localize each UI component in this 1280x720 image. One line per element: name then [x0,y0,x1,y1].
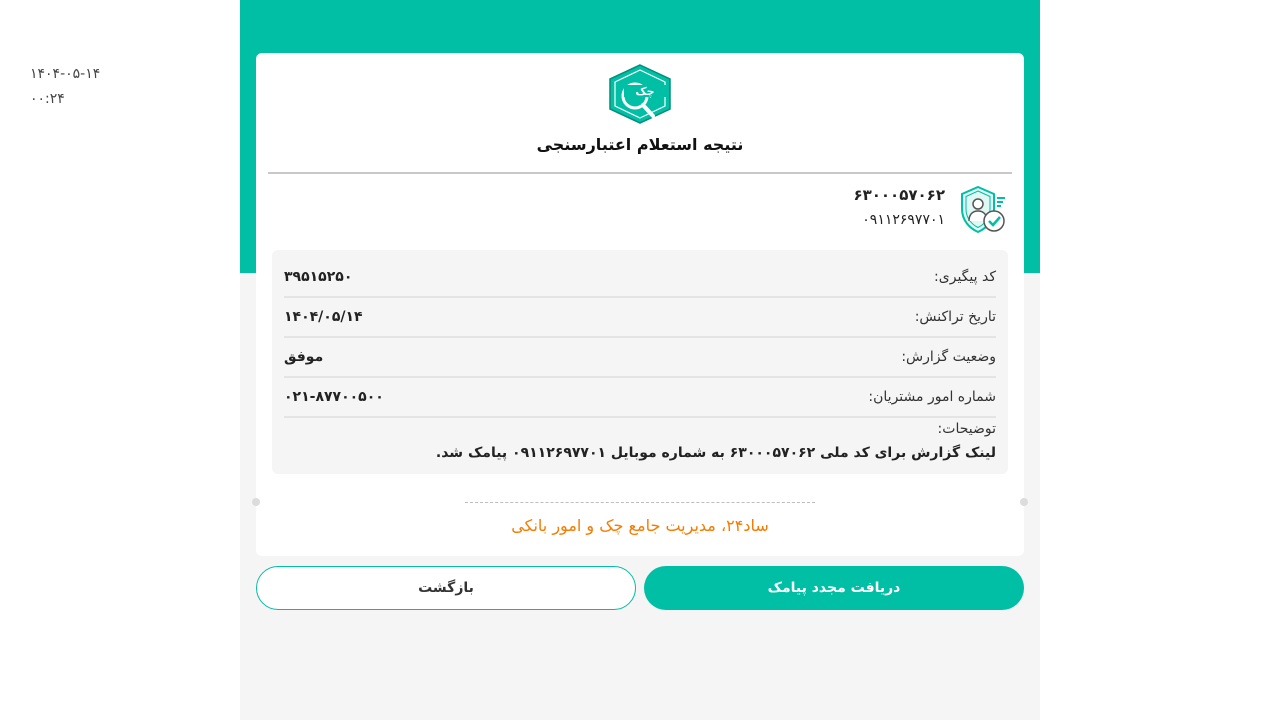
title-divider [268,172,1012,174]
row-value: موفق [284,349,324,365]
resend-sms-button[interactable]: دریافت مجدد پیامک [644,566,1024,610]
mobile-number: ۰۹۱۱۲۶۹۷۷۰۱ [862,212,945,228]
logo-text: چک [635,85,654,98]
row-tracking-code: کد پیگیری: ۳۹۵۱۵۲۵۰ [284,258,996,298]
row-value: ۳۹۵۱۵۲۵۰ [284,269,353,285]
result-card: چک نتیجه استعلام اعتبارسنجی ۶۳۰۰۰۵۷۰۶۲ ۰… [252,53,1028,556]
national-id: ۶۳۰۰۰۵۷۰۶۲ [853,186,945,204]
page-title: نتیجه استعلام اعتبارسنجی [536,135,744,154]
timestamp-date: ۱۴۰۴-۰۵-۱۴ [30,66,101,82]
row-label: کد پیگیری: [934,269,996,285]
description-text: لینک گزارش برای کد ملی ۶۳۰۰۰۵۷۰۶۲ به شما… [435,445,996,461]
check-logo-icon: چک [609,64,671,124]
footer-brand-note: ساد۲۴، مدیریت جامع چک و امور بانکی [511,516,769,535]
app-container: چک نتیجه استعلام اعتبارسنجی ۶۳۰۰۰۵۷۰۶۲ ۰… [240,0,1040,720]
row-report-status: وضعیت گزارش: موفق [284,338,996,378]
description-label: توضیحات: [937,421,996,437]
row-label: تاریخ تراکنش: [914,309,996,325]
ticket-notch-left [252,498,260,506]
timestamp: ۱۴۰۴-۰۵-۱۴ ۰۰:۲۴ [30,62,100,112]
row-value: ۱۴۰۴/۰۵/۱۴ [284,309,363,325]
details-panel: کد پیگیری: ۳۹۵۱۵۲۵۰ تاریخ تراکنش: ۱۴۰۴/۰… [272,250,1008,474]
row-transaction-date: تاریخ تراکنش: ۱۴۰۴/۰۵/۱۴ [284,298,996,338]
back-button[interactable]: بازگشت [256,566,636,610]
row-support-phone: شماره امور مشتریان: ۰۲۱-۸۷۷۰۰۵۰۰ [284,378,996,418]
row-label: شماره امور مشتریان: [868,389,996,405]
timestamp-time: ۰۰:۲۴ [30,91,65,107]
ticket-notch-right [1020,498,1028,506]
perforation-line [465,502,815,503]
page: ۱۴۰۴-۰۵-۱۴ ۰۰:۲۴ چک نتیجه استعلام اعتبار… [0,0,1280,720]
row-value: ۰۲۱-۸۷۷۰۰۵۰۰ [284,389,384,405]
row-label: وضعیت گزارش: [901,349,996,365]
verified-user-shield-icon [961,185,1005,234]
